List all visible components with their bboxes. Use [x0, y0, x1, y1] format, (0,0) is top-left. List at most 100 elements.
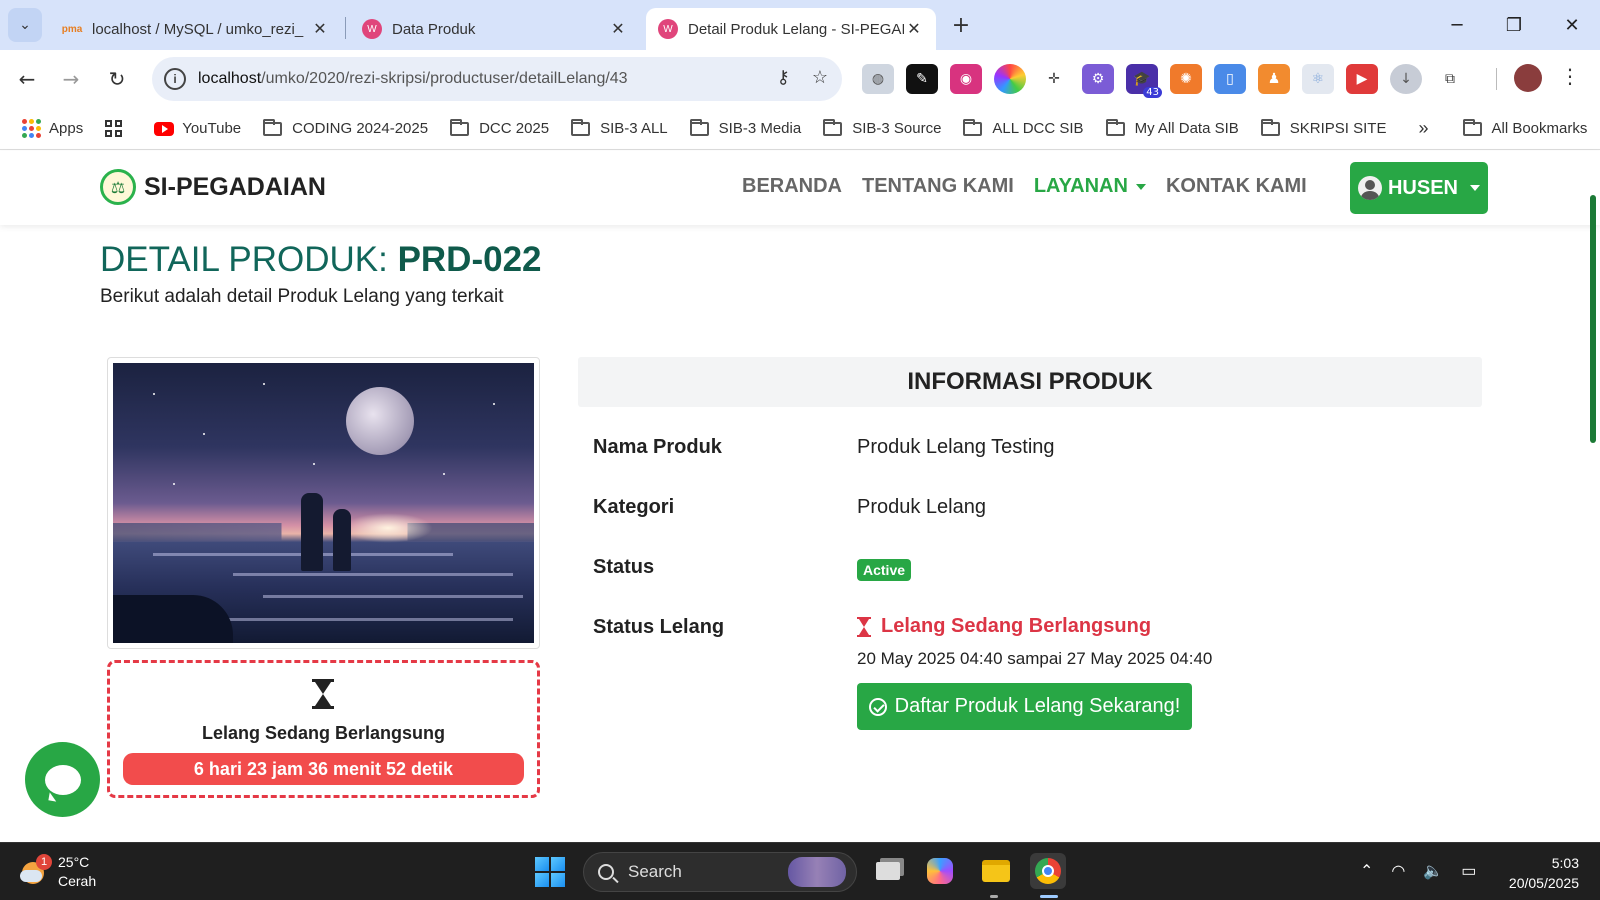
bookmark-folder-sib3-source[interactable]: SIB-3 Source	[823, 118, 941, 137]
weather-widget[interactable]: 1 25°C Cerah	[20, 853, 96, 891]
chevron-up-icon[interactable]: ⌃	[1360, 861, 1373, 881]
windows-start-icon[interactable]	[535, 857, 565, 887]
weather-temp: 25°C	[58, 854, 90, 870]
taskbar-search[interactable]: Search	[583, 852, 857, 892]
status-badge: Active	[857, 559, 912, 581]
restore-button[interactable]: ❐	[1494, 10, 1534, 40]
user-avatar-icon	[1357, 176, 1382, 200]
menu-item-tentang-kami[interactable]: TENTANG KAMI	[862, 175, 1014, 198]
puzzle-extensions-icon[interactable]: ⧉	[1434, 64, 1466, 94]
chevron-down-icon	[1135, 183, 1146, 190]
brand-link[interactable]: ⚖ SI-PEGADAIAN	[100, 169, 326, 205]
volume-icon[interactable]: 🔈	[1423, 861, 1443, 881]
folder-icon	[823, 118, 843, 136]
camera-extension-icon[interactable]: ◉	[950, 64, 982, 94]
bookmark-folder-my-all-data-sib[interactable]: My All Data SIB	[1105, 118, 1239, 137]
tab-phpmyadmin[interactable]: pma localhost / MySQL / umko_rezi_ ✕	[50, 8, 342, 50]
bookmark-folder-all-dcc-sib[interactable]: ALL DCC SIB	[963, 118, 1084, 137]
bookmarks-overflow-button[interactable]: »	[1418, 118, 1428, 139]
chat-button[interactable]	[25, 742, 100, 817]
color-wheel-extension-icon[interactable]	[994, 64, 1026, 94]
bookmark-youtube[interactable]: YouTube	[154, 120, 241, 137]
fire-extension-icon[interactable]: ✺	[1170, 64, 1202, 94]
address-bar[interactable]: i localhost/umko/2020/rezi-skripsi/produ…	[152, 57, 842, 101]
profile-avatar[interactable]	[1514, 64, 1542, 92]
bookmark-label: DCC 2025	[479, 120, 550, 137]
menu-item-kontak-kami[interactable]: KONTAK KAMI	[1166, 175, 1307, 198]
folder-icon	[450, 118, 470, 136]
back-button[interactable]: ←	[12, 64, 42, 94]
bookmark-label: SIB-3 ALL	[600, 120, 668, 137]
close-icon[interactable]: ✕	[608, 19, 628, 39]
weather-desc: Cerah	[58, 873, 97, 889]
site-info-icon[interactable]: i	[164, 68, 186, 90]
user-menu-button[interactable]: HUSEN	[1350, 162, 1488, 214]
password-key-icon[interactable]: ⚷	[777, 67, 790, 88]
site-favicon-icon: W	[362, 19, 382, 39]
bookmark-label: YouTube	[182, 120, 242, 137]
bookmark-apps[interactable]: Apps	[22, 119, 83, 138]
minimize-button[interactable]: ─	[1437, 10, 1477, 40]
wifi-icon[interactable]: ◠	[1391, 861, 1405, 881]
graduation-extension-icon[interactable]: 🎓 43	[1126, 64, 1162, 98]
bookmark-folder-sib3-media[interactable]: SIB-3 Media	[689, 118, 801, 137]
label-status: Status	[593, 556, 655, 578]
bookmark-star-icon[interactable]: ☆	[812, 67, 828, 88]
globe-extension-icon[interactable]: ◍	[862, 64, 894, 94]
battery-icon[interactable]: ▭	[1461, 861, 1476, 881]
react-extension-icon[interactable]: ⚛	[1302, 64, 1334, 94]
app-running-indicator	[990, 895, 998, 898]
bookmark-folder-sib3-all[interactable]: SIB-3 ALL	[571, 118, 668, 137]
taskbar-clock[interactable]: 5:03 20/05/2025	[1497, 853, 1579, 893]
window-close-button[interactable]: ✕	[1552, 10, 1592, 40]
figure-boy-shape	[301, 493, 323, 571]
system-tray: ⌃ ◠ 🔈 ▭	[1360, 861, 1476, 881]
chrome-icon[interactable]	[1030, 853, 1066, 889]
url-path: /umko/2020/rezi-skripsi/productuser/deta…	[261, 70, 628, 87]
all-bookmarks-button[interactable]: All Bookmarks	[1462, 118, 1588, 137]
download-extension-icon[interactable]: ↓	[1390, 64, 1422, 94]
reload-button[interactable]: ↻	[102, 64, 132, 94]
close-icon[interactable]: ✕	[904, 19, 924, 39]
task-view-icon[interactable]	[870, 853, 906, 889]
move-extension-icon[interactable]: ✛	[1038, 64, 1070, 94]
new-tab-button[interactable]: +	[948, 12, 974, 38]
tab-search-button[interactable]: ⌄	[8, 8, 42, 42]
menu-item-beranda[interactable]: BERANDA	[742, 175, 842, 198]
toolbar-divider	[1496, 68, 1497, 90]
product-image[interactable]	[113, 363, 534, 643]
bookmark-folder-dcc[interactable]: DCC 2025	[450, 118, 550, 137]
play-extension-icon[interactable]: ▶	[1346, 64, 1378, 94]
apps-icon	[22, 119, 41, 138]
chat-bubble-icon	[44, 764, 81, 795]
copilot-icon[interactable]	[922, 853, 958, 889]
bookmark-label: All Bookmarks	[1491, 120, 1588, 137]
info-header: INFORMASI PRODUK	[578, 357, 1482, 407]
gear-extension-icon[interactable]: ⚙	[1082, 64, 1114, 94]
folder-icon	[571, 118, 591, 136]
close-icon[interactable]: ✕	[310, 19, 330, 39]
weather-partly-cloudy-icon: 1	[20, 854, 52, 886]
clock-date: 20/05/2025	[1508, 875, 1579, 891]
tab-data-produk[interactable]: W Data Produk ✕	[350, 8, 640, 50]
folder-icon	[1105, 118, 1125, 136]
tab-groups-icon[interactable]	[105, 120, 123, 137]
menu-item-label: LAYANAN	[1033, 175, 1128, 197]
more-menu-icon[interactable]: ⋮	[1560, 64, 1580, 88]
tab-detail-produk-lelang[interactable]: W Detail Produk Lelang - SI-PEGAI ✕	[646, 8, 936, 50]
chess-extension-icon[interactable]: ♟	[1258, 64, 1290, 94]
bookmark-folder-coding[interactable]: CODING 2024-2025	[263, 118, 428, 137]
file-explorer-icon[interactable]	[978, 853, 1014, 889]
forward-button[interactable]: →	[56, 64, 86, 94]
bookmark-folder-skripsi-site[interactable]: SKRIPSI SITE	[1260, 118, 1386, 137]
tablet-extension-icon[interactable]: ▯	[1214, 64, 1246, 94]
page-scrollbar[interactable]	[1590, 195, 1596, 443]
main-menu: BERANDA TENTANG KAMI LAYANAN KONTAK KAMI	[742, 175, 1307, 198]
page-title-prefix: DETAIL PRODUK:	[100, 240, 388, 279]
moon-shape	[346, 387, 414, 455]
eyedropper-extension-icon[interactable]: ✎	[906, 64, 938, 94]
menu-item-layanan[interactable]: LAYANAN	[1034, 175, 1146, 198]
user-name: HUSEN	[1387, 176, 1458, 199]
register-auction-button[interactable]: Daftar Produk Lelang Sekarang!	[857, 683, 1192, 730]
check-circle-icon	[868, 697, 887, 716]
